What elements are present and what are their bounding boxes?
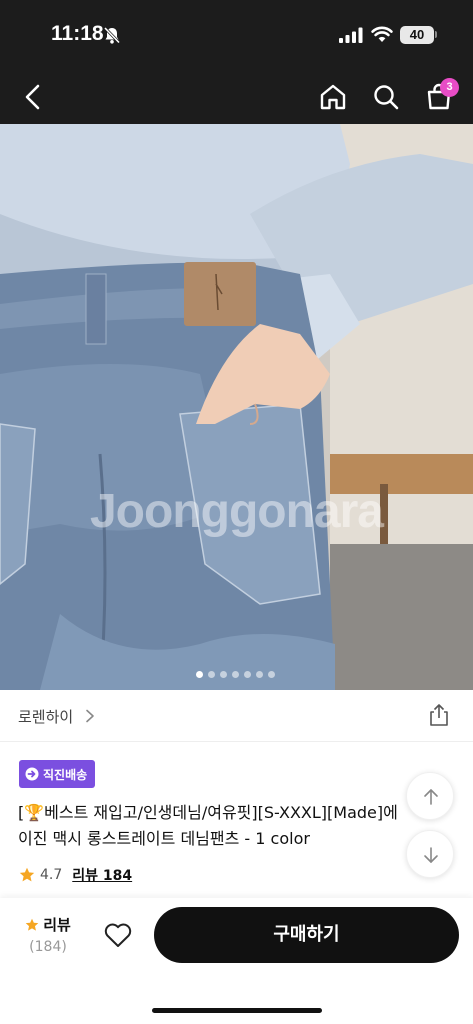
delivery-arrow-icon: [25, 767, 39, 781]
carousel-dot[interactable]: [256, 671, 263, 678]
top-nav-bar: [0, 70, 473, 124]
cellular-signal-icon: [339, 27, 363, 43]
cart-count-badge: 3: [440, 78, 459, 97]
carousel-dot[interactable]: [220, 671, 227, 678]
review-summary-top: 리뷰: [22, 914, 74, 935]
home-icon[interactable]: [318, 82, 348, 112]
search-icon[interactable]: [371, 82, 401, 112]
carousel-dot[interactable]: [232, 671, 239, 678]
rating-row: 4.7 리뷰 184: [19, 864, 132, 886]
brand-name[interactable]: 로렌하이: [18, 706, 73, 727]
status-time: 11:18: [51, 22, 104, 45]
scroll-down-button[interactable]: [406, 830, 454, 878]
carousel-indicator: [196, 671, 275, 679]
product-image-carousel[interactable]: Joonggonara: [0, 124, 473, 690]
product-photo: [0, 124, 473, 690]
brand-row[interactable]: 로렌하이: [0, 690, 473, 742]
share-icon[interactable]: [428, 703, 450, 727]
bottom-action-bar: 리뷰 (184) 구매하기: [0, 898, 473, 1024]
battery-tip: [435, 31, 437, 38]
product-title-line: 이진 맥시 롱스트레이트 데님팬츠 - 1 color: [18, 829, 310, 848]
bell-off-icon: [103, 26, 121, 44]
chevron-right-icon: [86, 709, 94, 723]
product-title: [🏆베스트 재입고/인생데님/여유핏][S-XXXL][Made]에 이진 맥시…: [18, 800, 438, 852]
scroll-up-button[interactable]: [406, 772, 454, 820]
direct-delivery-badge: 직진배송: [19, 760, 96, 788]
heart-icon[interactable]: [104, 922, 132, 948]
home-indicator: [152, 1008, 322, 1013]
star-icon: [19, 867, 35, 882]
review-summary-button[interactable]: 리뷰 (184): [22, 914, 74, 955]
review-summary-count: (184): [29, 939, 67, 955]
product-title-line: [🏆베스트 재입고/인생데님/여유핏][S-XXXL][Made]에: [18, 803, 398, 822]
carousel-dot[interactable]: [244, 671, 251, 678]
arrow-up-icon: [424, 789, 438, 805]
star-icon: [25, 918, 39, 931]
arrow-down-icon: [424, 847, 438, 863]
direct-delivery-label: 직진배송: [43, 767, 88, 782]
watermark-text: Joonggonara: [89, 485, 384, 538]
chevron-left-icon[interactable]: [18, 82, 48, 112]
buy-button[interactable]: 구매하기: [154, 907, 459, 963]
review-link[interactable]: 리뷰 184: [72, 865, 132, 885]
rating-value: 4.7: [40, 867, 63, 883]
carousel-dot[interactable]: [208, 671, 215, 678]
wifi-icon: [371, 26, 393, 42]
status-bar: 11:18 40: [0, 0, 473, 70]
carousel-dot[interactable]: [268, 671, 275, 678]
review-summary-label: 리뷰: [43, 916, 71, 934]
carousel-dot[interactable]: [196, 671, 203, 678]
battery-indicator: 40: [400, 26, 434, 44]
